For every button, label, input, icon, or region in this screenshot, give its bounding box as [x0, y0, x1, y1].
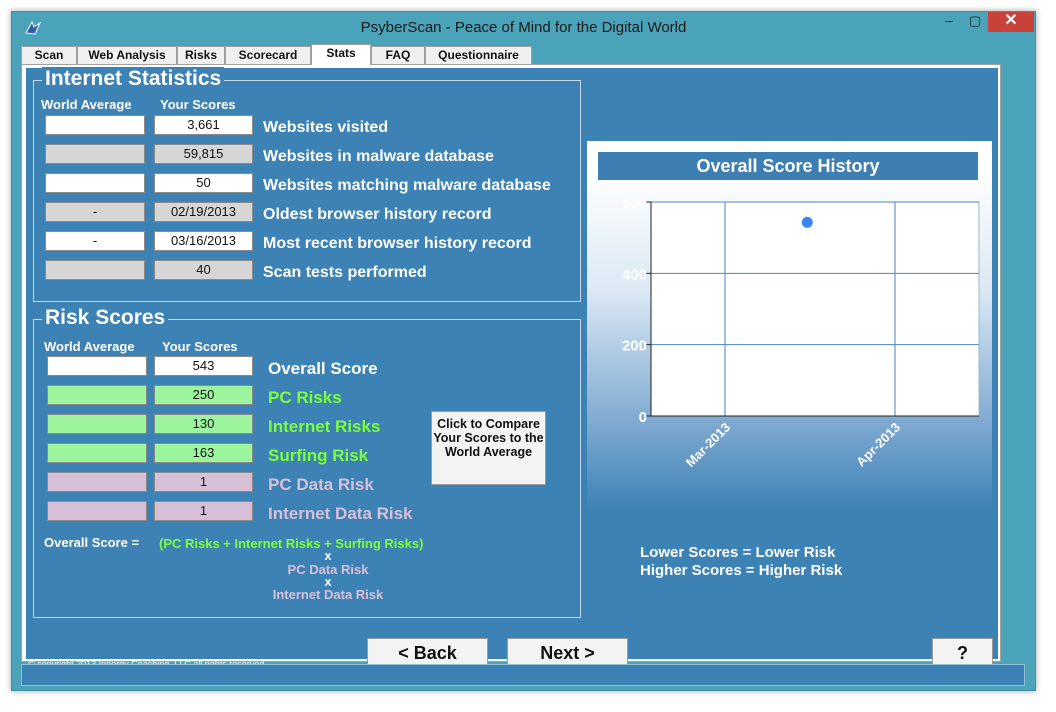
stats-panel: Internet Statistics World Average Your S… — [26, 67, 998, 669]
world-average-header: World Average — [44, 339, 135, 354]
x-tick-label: Mar-2013 — [683, 420, 733, 470]
world-average-value — [47, 501, 147, 521]
internet-statistics-title: Internet Statistics — [42, 67, 225, 91]
world-average-value — [47, 414, 147, 434]
world-average-value — [45, 115, 145, 135]
pc-data-risk-label: PC Data Risk — [268, 475, 374, 494]
plot-area — [650, 201, 980, 417]
tab-scorecard[interactable]: Scorecard — [225, 46, 311, 64]
y-tick-label: 200 — [622, 338, 647, 355]
score-history-chart: Overall Score History 0 200 400 600 Mar-2013… — [587, 141, 992, 511]
tab-risks[interactable]: Risks — [177, 46, 225, 64]
y-tick-label: 600 — [622, 195, 647, 212]
your-scores-header: Your Scores — [162, 339, 238, 354]
your-score-value: 59,815 — [154, 144, 253, 164]
internet-risks-label: Internet Risks — [268, 417, 381, 436]
your-score-value: 02/19/2013 — [154, 202, 253, 222]
window-title: PsyberScan - Peace of Mind for the Digit… — [360, 19, 687, 36]
your-score-value: 03/16/2013 — [154, 231, 253, 251]
close-button[interactable]: ✕ — [988, 12, 1034, 32]
minimize-button[interactable]: – — [936, 12, 962, 32]
world-average-value: - — [45, 202, 145, 222]
formula-internet-data-risk: Internet Data Risk — [272, 587, 384, 602]
y-tick-label: 400 — [622, 266, 647, 283]
title-bar[interactable]: PsyberScan - Peace of Mind for the Digit… — [12, 12, 1035, 44]
your-score-value: 130 — [154, 414, 253, 434]
your-score-value: 1 — [154, 501, 253, 521]
status-bar — [21, 664, 1025, 686]
legend-higher: Higher Scores = Higher Risk — [640, 562, 843, 579]
tab-stats[interactable]: Stats — [311, 44, 371, 65]
world-average-value — [47, 472, 147, 492]
world-average-value — [47, 385, 147, 405]
chart-plot: 0 200 400 600 Mar-2013 Apr-2013 — [622, 195, 980, 470]
legend-lower: Lower Scores = Lower Risk — [640, 544, 836, 561]
internet-data-risk-label: Internet Data Risk — [268, 504, 413, 523]
data-point — [801, 216, 813, 228]
surfing-risk-label: Surfing Risk — [268, 446, 369, 465]
world-average-value: - — [45, 231, 145, 251]
stat-label: Most recent browser history record — [263, 235, 532, 252]
stat-label: Websites in malware database — [263, 148, 494, 165]
world-average-value — [45, 144, 145, 164]
stat-label: Websites visited — [263, 119, 389, 136]
your-score-value: 163 — [154, 443, 253, 463]
world-average-header: World Average — [41, 97, 132, 112]
formula-lhs: Overall Score = — [44, 535, 140, 550]
formula-times: x — [324, 548, 332, 563]
pc-risks-label: PC Risks — [268, 388, 342, 407]
maximize-button[interactable]: ▢ — [962, 12, 988, 32]
your-scores-header: Your Scores — [160, 97, 236, 112]
world-average-value — [47, 356, 147, 376]
your-score-value: 1 — [154, 472, 253, 492]
tab-scan[interactable]: Scan — [21, 46, 77, 64]
your-score-value: 40 — [154, 260, 253, 280]
stat-label: Websites matching malware database — [263, 177, 551, 194]
risk-scores-title: Risk Scores — [42, 306, 169, 330]
stat-label: Oldest browser history record — [263, 206, 492, 223]
tab-questionnaire[interactable]: Questionnaire — [425, 46, 532, 64]
compare-world-average-button[interactable]: Click to Compare Your Scores to the Worl… — [431, 411, 546, 485]
x-tick-label: Apr-2013 — [853, 420, 903, 470]
y-tick-label: 0 — [639, 409, 647, 426]
your-score-value: 543 — [154, 356, 253, 376]
app-window: PsyberScan - Peace of Mind for the Digit… — [11, 11, 1036, 691]
your-score-value: 50 — [154, 173, 253, 193]
tab-web-analysis[interactable]: Web Analysis — [77, 46, 177, 64]
tab-faq[interactable]: FAQ — [371, 46, 425, 64]
your-score-value: 250 — [154, 385, 253, 405]
overall-score-label: Overall Score — [268, 359, 378, 378]
world-average-value — [47, 443, 147, 463]
internet-statistics-group: Internet Statistics World Average Your S… — [33, 67, 581, 302]
stat-label: Scan tests performed — [263, 264, 427, 281]
world-average-value — [45, 260, 145, 280]
your-score-value: 3,661 — [154, 115, 253, 135]
world-average-value — [45, 173, 145, 193]
tab-page: Internet Statistics World Average Your S… — [21, 64, 1001, 669]
